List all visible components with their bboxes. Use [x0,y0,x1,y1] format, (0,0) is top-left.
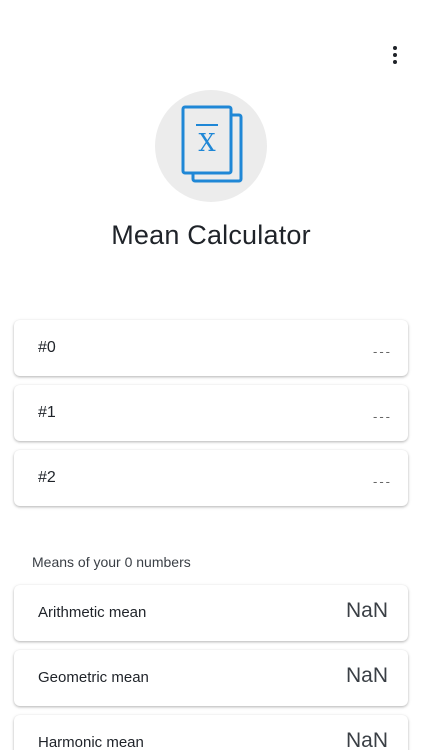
input-value: --- [373,474,392,489]
results-section-label: Means of your 0 numbers [32,554,191,570]
input-value: --- [373,409,392,424]
logo-glyph: X [198,129,215,157]
mean-formula-document-icon: X [181,105,243,183]
input-label: #2 [38,469,56,486]
mean-calculator-screen: X Mean Calculator #0 --- #1 --- #2 --- M… [0,0,422,750]
result-value: NaN [345,599,388,622]
more-vert-icon [393,46,397,50]
result-label: Geometric mean [38,669,149,686]
number-input-2[interactable]: #2 --- [14,450,408,506]
number-input-1[interactable]: #1 --- [14,385,408,441]
result-label: Arithmetic mean [38,604,147,621]
result-harmonic-mean[interactable]: Harmonic mean NaN [14,715,408,750]
page-title: Mean Calculator [111,220,311,250]
result-value: NaN [345,729,388,750]
number-input-0[interactable]: #0 --- [14,320,408,376]
input-label: #1 [38,404,56,421]
result-label: Harmonic mean [38,734,144,750]
result-geometric-mean[interactable]: Geometric mean NaN [14,650,408,706]
input-label: #0 [38,339,56,356]
result-value: NaN [345,664,388,687]
app-logo: X [155,90,267,202]
input-value: --- [373,344,392,359]
result-arithmetic-mean[interactable]: Arithmetic mean NaN [14,585,408,641]
more-options-button[interactable] [382,42,408,68]
